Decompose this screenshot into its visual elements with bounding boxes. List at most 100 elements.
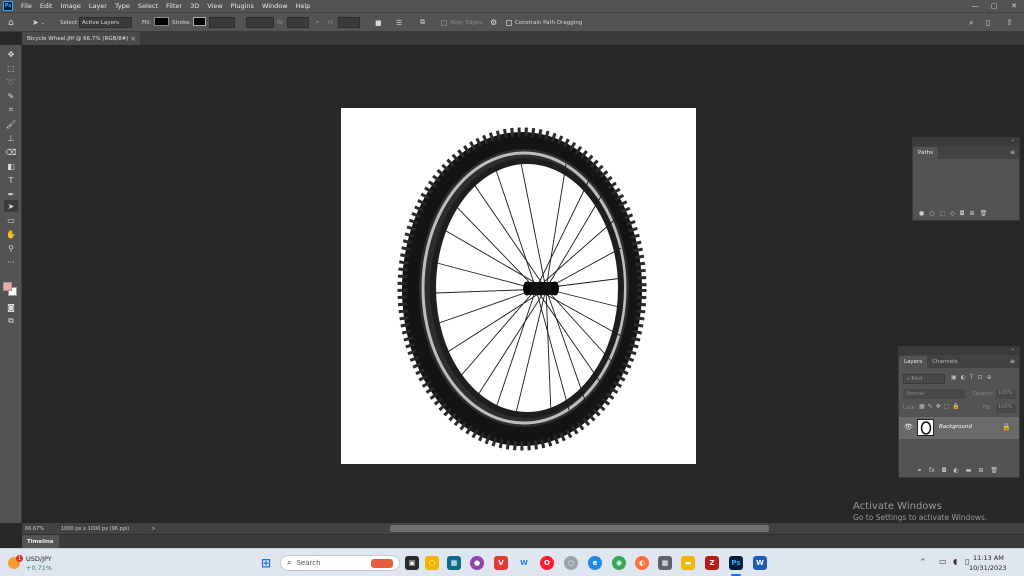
link-layers-icon[interactable]: ⚭ — [917, 467, 922, 474]
stroke-width-field[interactable] — [209, 17, 235, 28]
opacity-field[interactable]: 100% — [996, 390, 1016, 399]
make-work-path-icon[interactable]: ◇ — [950, 210, 955, 217]
align-edges-checkbox[interactable]: Align Edges — [441, 17, 482, 28]
path-selection-tool-preset-icon[interactable]: ➤ ⌄ — [32, 17, 45, 28]
menu-window[interactable]: Window — [258, 2, 292, 10]
firefox-icon[interactable]: ◐ — [635, 556, 649, 570]
search-icon[interactable]: ⌕ — [969, 17, 973, 28]
gradient-tool-icon[interactable]: ◧ — [4, 160, 18, 172]
clock-date[interactable]: 10/31/2023 — [969, 564, 1006, 572]
stroke-type-dropdown[interactable] — [246, 17, 274, 28]
brush-tool-icon[interactable]: 🖌 — [4, 118, 18, 130]
crop-tool-icon[interactable]: ⌗ — [4, 104, 18, 116]
menu-help[interactable]: Help — [292, 2, 315, 10]
fill-path-icon[interactable]: ● — [919, 210, 924, 217]
close-window-button[interactable]: ✕ — [1005, 0, 1023, 12]
file-explorer-icon[interactable]: ▬ — [681, 556, 695, 570]
task-view-icon[interactable]: ▣ — [405, 556, 419, 570]
horizontal-scrollbar-thumb[interactable] — [390, 525, 769, 532]
menu-select[interactable]: Select — [134, 2, 162, 10]
calculator-icon[interactable]: ▦ — [658, 556, 672, 570]
weather-widget[interactable]: 1 — [6, 555, 23, 571]
panel-menu-icon[interactable]: ≡ — [1010, 149, 1015, 156]
lock-options-icons[interactable]: ▦✎✥⬚🔒 — [919, 403, 963, 410]
chevron-up-icon[interactable]: ^ — [920, 558, 926, 566]
maximize-button[interactable]: ▢ — [985, 0, 1003, 12]
taskbar-search-box[interactable]: ⌕ Search — [280, 555, 400, 571]
status-menu-arrow[interactable]: > — [151, 526, 155, 532]
width-field[interactable] — [287, 17, 309, 28]
filezilla-icon[interactable]: Z — [705, 556, 719, 570]
menu-view[interactable]: View — [203, 2, 226, 10]
stroke-swatch[interactable] — [193, 17, 206, 26]
app-purple-icon[interactable]: ● — [470, 556, 484, 570]
network-icon[interactable]: ▭ — [939, 557, 947, 566]
new-path-icon[interactable]: ⊞ — [970, 210, 975, 217]
zoom-level[interactable]: 66.67% — [25, 526, 55, 532]
delete-path-icon[interactable]: 🗑 — [980, 210, 988, 217]
rectangle-tool-icon[interactable]: ▭ — [4, 214, 18, 226]
teams-chat-icon[interactable]: ▦ — [447, 556, 461, 570]
hand-tool-icon[interactable]: ✋ — [4, 228, 18, 240]
select-dropdown[interactable]: Active Layers — [79, 17, 132, 28]
gear-icon[interactable]: ⚙ — [490, 17, 497, 28]
layer-fill-field[interactable]: 100% — [996, 404, 1016, 413]
menu-layer[interactable]: Layer — [85, 2, 111, 10]
add-mask-icon[interactable]: ◘ — [960, 210, 965, 217]
close-tab-icon[interactable]: × — [130, 35, 136, 43]
layers-menu-icon[interactable]: ≡ — [1010, 358, 1015, 365]
layer-style-icon[interactable]: fx — [929, 467, 935, 474]
app-gray-icon[interactable]: ○ — [564, 556, 578, 570]
menu-edit[interactable]: Edit — [36, 2, 57, 10]
share-icon[interactable]: ⇪ — [1006, 17, 1013, 28]
menu-3d[interactable]: 3D — [186, 2, 203, 10]
quick-mask-icon[interactable]: ◙ — [4, 301, 18, 313]
blend-mode-dropdown[interactable]: Normal — [903, 389, 965, 399]
path-operations-icon[interactable]: ■ — [375, 17, 382, 28]
screen-mode-icon[interactable]: ⧉ — [4, 315, 18, 327]
windows-start-icon[interactable]: ⊞ — [259, 556, 273, 570]
menu-file[interactable]: File — [17, 2, 36, 10]
link-icon[interactable]: ⚭ — [315, 17, 320, 28]
foreground-color-swatch[interactable] — [3, 282, 12, 291]
eraser-tool-icon[interactable]: ⌫ — [4, 146, 18, 158]
lasso-tool-icon[interactable]: ➰ — [4, 76, 18, 88]
path-selection-tool-icon[interactable]: ➤ — [4, 200, 18, 212]
clock-time[interactable]: 11:13 AM — [973, 554, 1004, 562]
collapse-panel-icon[interactable]: » — [1011, 138, 1014, 144]
stroke-path-icon[interactable]: ○ — [929, 210, 934, 217]
type-tool-icon[interactable]: T — [4, 174, 18, 186]
layer-row-background[interactable]: 👁 Background 🔒 — [899, 417, 1019, 439]
vivaldi-icon[interactable]: V — [494, 556, 508, 570]
layer-filter-icons[interactable]: ▣◐T⊡⊕ — [951, 374, 996, 381]
zoom-tool-icon[interactable]: ⚲ — [4, 242, 18, 254]
new-layer-icon[interactable]: ⊞ — [978, 467, 983, 474]
edge-icon[interactable]: e — [588, 556, 602, 570]
more-tools-icon[interactable]: ··· — [4, 256, 18, 268]
new-group-icon[interactable]: ▬ — [966, 467, 972, 474]
workspace-icon[interactable]: ▯ — [986, 17, 990, 28]
adjustment-layer-icon[interactable]: ◐ — [953, 467, 958, 474]
tab-layers[interactable]: Layers — [899, 356, 928, 368]
tab-channels[interactable]: Channels — [927, 356, 962, 368]
document-canvas[interactable] — [341, 108, 696, 464]
move-tool-icon[interactable]: ✥ — [4, 48, 18, 60]
eye-icon[interactable]: 👁 — [904, 423, 913, 431]
document-tab[interactable]: Bicycle Wheel.jfif @ 66.7% (RGB/8#) × — [22, 32, 140, 45]
stamp-tool-icon[interactable]: ⊥ — [4, 132, 18, 144]
photoshop-taskbar-icon[interactable]: Ps — [729, 556, 743, 570]
menu-image[interactable]: Image — [56, 2, 84, 10]
opera-icon[interactable]: O — [540, 556, 554, 570]
word-icon[interactable]: W — [753, 556, 767, 570]
load-path-selection-icon[interactable]: ⬚ — [940, 210, 946, 217]
menu-type[interactable]: Type — [111, 2, 134, 10]
path-arrangement-icon[interactable]: ⧉ — [420, 17, 425, 28]
delete-layer-icon[interactable]: 🗑 — [990, 467, 998, 474]
menu-plugins[interactable]: Plugins — [227, 2, 258, 10]
speaker-icon[interactable]: ◖ — [953, 557, 957, 566]
layer-kind-filter[interactable]: ⌕ Kind — [903, 374, 945, 384]
app-w-icon[interactable]: W — [517, 556, 531, 570]
tab-paths[interactable]: Paths — [913, 147, 938, 159]
path-alignment-icon[interactable]: ☰ — [396, 17, 402, 28]
chrome-icon[interactable]: ◉ — [612, 556, 626, 570]
